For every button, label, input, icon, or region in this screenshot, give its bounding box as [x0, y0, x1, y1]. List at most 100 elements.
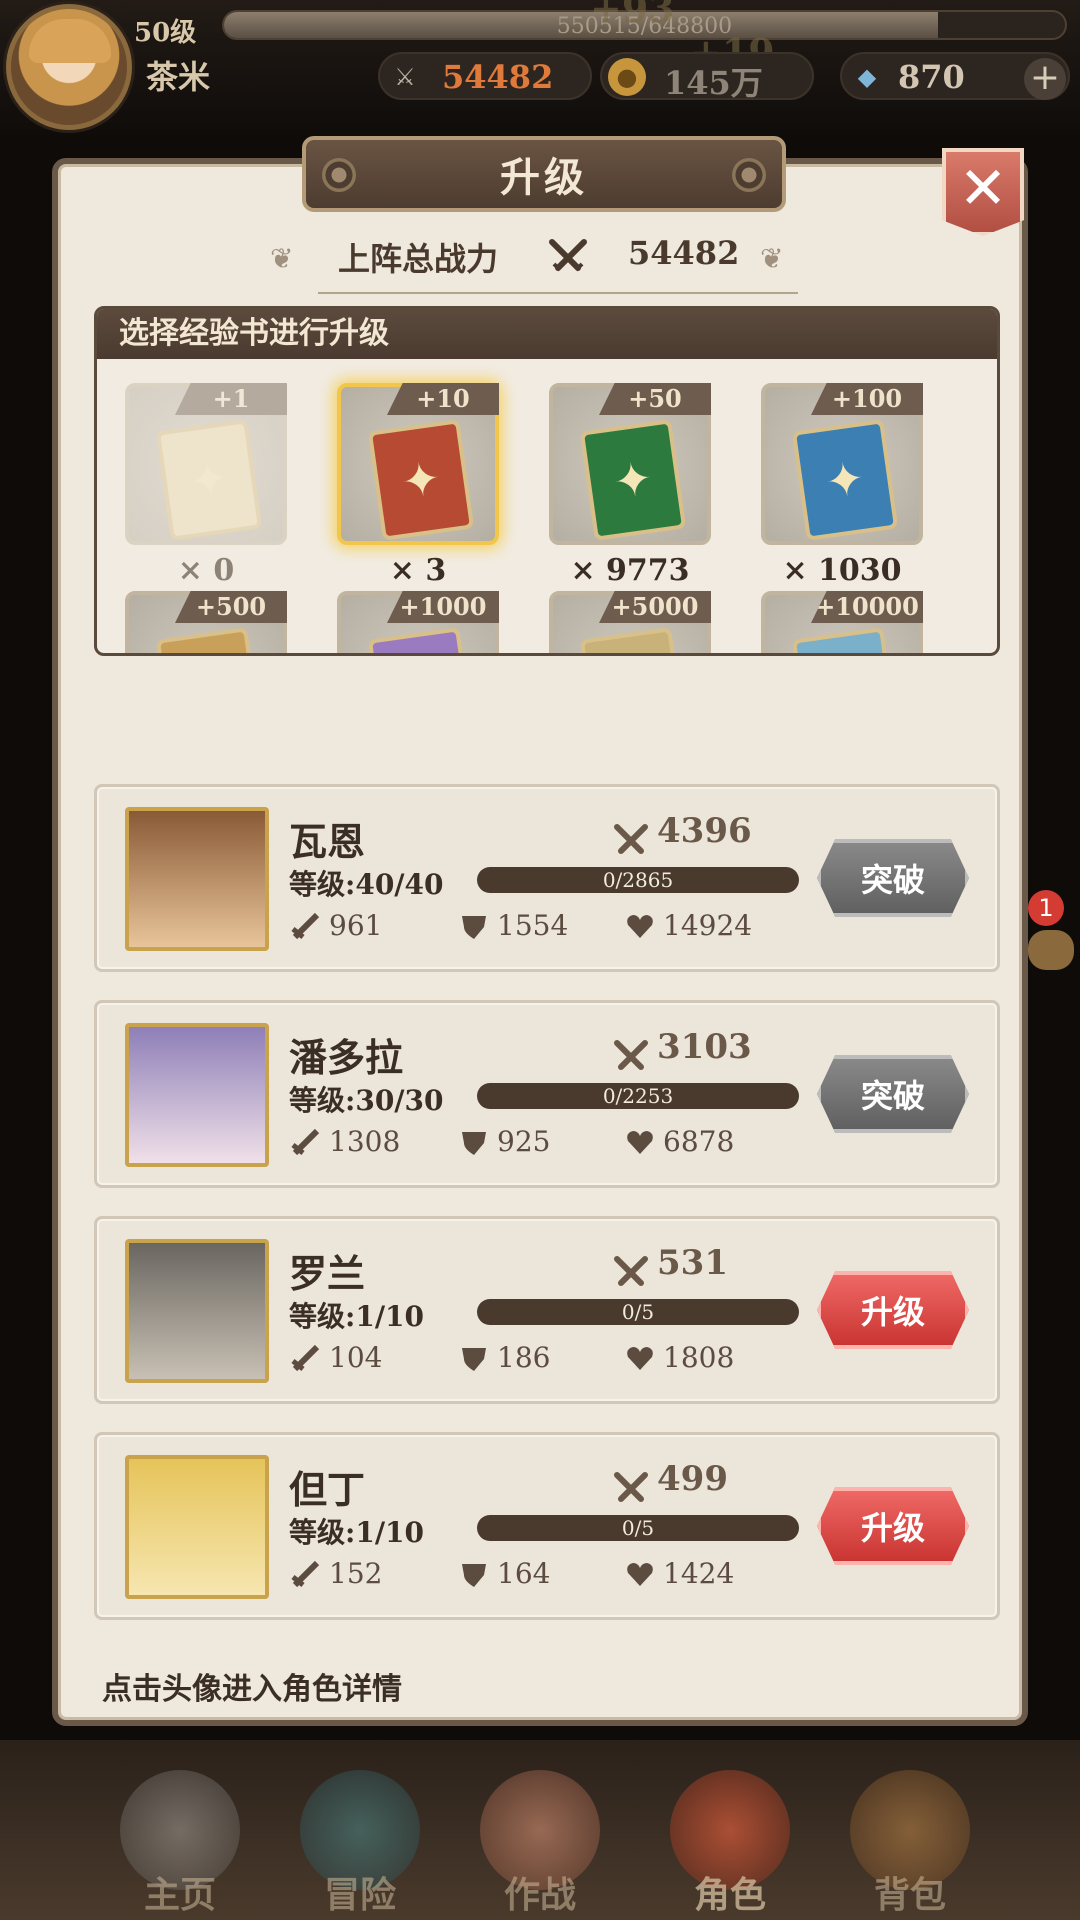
close-button[interactable]: ✕	[942, 148, 1024, 236]
hero-exp-bar: 0/2865	[477, 867, 799, 893]
exp-gain-float: +93	[590, 0, 675, 31]
hero-card: 罗兰 531 等级:1/10 0/5 104 186 1808 升级	[94, 1216, 1000, 1404]
hero-portrait[interactable]	[125, 1239, 269, 1383]
exp-book-panel: 选择经验书进行升级 +1 ✦ × 0 +10 ✦ × 3 +50 ✦ × 9773 +100 ✦ × …	[94, 306, 1000, 656]
exp-book-icon: ✦	[791, 627, 899, 653]
nav-bag[interactable]: 背包	[820, 1770, 1000, 1920]
flourish-right-icon: ❦	[760, 242, 784, 275]
sword-icon	[291, 913, 320, 939]
nav-bag-label: 背包	[873, 1874, 946, 1916]
book-exp-tag: +5000	[599, 591, 711, 623]
nav-adventure-label: 冒险	[323, 1874, 396, 1916]
hero-power: 499	[657, 1459, 728, 1499]
heart-icon	[627, 915, 653, 938]
book-exp-tag: +10000	[811, 591, 923, 623]
swords-icon	[549, 239, 587, 272]
upgrade-button[interactable]: 升级	[817, 1271, 969, 1349]
gold-value: 145万	[664, 64, 763, 102]
hero-attack: 1308	[329, 1125, 401, 1158]
sword-icon	[291, 1129, 320, 1155]
book-exp-tag: +50	[599, 383, 711, 415]
dialog-title-banner: 升级	[302, 136, 786, 212]
hero-power: 531	[657, 1243, 728, 1283]
exp-book-slot[interactable]: +500 ✦	[125, 591, 287, 653]
nav-battle[interactable]: 作战	[450, 1770, 630, 1920]
exp-book-icon: ✦	[579, 627, 687, 653]
book-count: × 3	[389, 553, 447, 588]
swords-icon	[614, 1040, 648, 1070]
player-avatar[interactable]	[6, 4, 132, 130]
hero-card: 瓦恩 4396 等级:40/40 0/2865 961 1554 14924 突破	[94, 784, 1000, 972]
nav-adventure[interactable]: 冒险	[270, 1770, 450, 1920]
hero-name: 瓦恩	[289, 819, 366, 864]
heart-icon	[627, 1563, 653, 1586]
book-count: × 9773	[570, 553, 690, 588]
hero-hp: 14924	[663, 909, 753, 942]
total-power-row: ❦ 上阵总战力 54482 ❦	[58, 234, 1022, 294]
hero-level: 等级:40/40	[289, 868, 444, 901]
gem-icon: ◆	[857, 63, 877, 91]
hero-attack: 152	[329, 1557, 383, 1590]
nav-character-label: 角色	[693, 1874, 766, 1916]
exp-book-slot[interactable]: +10000 ✦	[761, 591, 923, 653]
nav-character[interactable]: 角色	[640, 1770, 820, 1920]
hero-exp-bar: 0/5	[477, 1515, 799, 1541]
top-bar: 50级 550515/648800 +93 +19 茶米 ⚔ 54482 ● 1…	[0, 0, 1080, 135]
upgrade-button[interactable]: 升级	[817, 1487, 969, 1565]
breakthrough-button[interactable]: 突破	[817, 1055, 969, 1133]
heart-icon	[627, 1347, 653, 1370]
book-count: × 1030	[782, 553, 902, 588]
exp-book-slot[interactable]: +1000 ✦	[337, 591, 499, 653]
exp-book-slot[interactable]: +5000 ✦	[549, 591, 711, 653]
swords-icon	[614, 1256, 648, 1286]
hero-portrait[interactable]	[125, 1455, 269, 1599]
heart-icon	[627, 1131, 653, 1154]
total-power-value: 54482	[628, 234, 740, 272]
hero-attack: 961	[329, 909, 383, 942]
exp-book-slot[interactable]: +50 ✦	[549, 383, 711, 545]
hero-defense: 164	[497, 1557, 551, 1590]
total-power-label: 上阵总战力	[338, 240, 499, 278]
hero-level: 等级:30/30	[289, 1084, 444, 1117]
nav-home-label: 主页	[143, 1874, 216, 1916]
book-exp-tag: +100	[811, 383, 923, 415]
exp-book-icon: ✦	[791, 419, 899, 541]
breakthrough-button[interactable]: 突破	[817, 839, 969, 917]
player-name: 茶米	[146, 58, 211, 96]
hero-portrait[interactable]	[125, 807, 269, 951]
dialog-title: 升级	[500, 154, 588, 201]
hero-hp: 1424	[663, 1557, 735, 1590]
hero-card: 潘多拉 3103 等级:30/30 0/2253 1308 925 6878 突破	[94, 1000, 1000, 1188]
hero-hp: 1808	[663, 1341, 735, 1374]
shield-icon	[462, 1564, 486, 1587]
add-gems-button[interactable]: +	[1024, 58, 1066, 100]
chat-icon[interactable]	[1028, 930, 1074, 970]
power-value: 54482	[442, 58, 554, 96]
hero-name: 罗兰	[289, 1251, 366, 1296]
book-exp-tag: +1	[175, 383, 287, 415]
flourish-left-icon: ❦	[270, 242, 294, 275]
hero-card: 但丁 499 等级:1/10 0/5 152 164 1424 升级	[94, 1432, 1000, 1620]
hero-hp: 6878	[663, 1125, 735, 1158]
exp-book-slot[interactable]: +1 ✦	[125, 383, 287, 545]
hero-exp-bar: 0/2253	[477, 1083, 799, 1109]
exp-book-icon: ✦	[367, 627, 475, 653]
book-panel-title: 选择经验书进行升级	[97, 309, 997, 359]
hero-power: 4396	[657, 811, 752, 851]
coin-icon: ●	[608, 58, 646, 96]
hero-name: 潘多拉	[289, 1035, 404, 1080]
exp-book-icon: ✦	[155, 419, 263, 541]
hero-level: 等级:1/10	[289, 1300, 425, 1333]
book-exp-tag: +10	[387, 383, 499, 415]
footer-hint: 点击头像进入角色详情	[102, 1672, 402, 1707]
sword-icon	[291, 1561, 320, 1587]
swords-icon	[614, 824, 648, 854]
notification-badge[interactable]: 1	[1028, 890, 1064, 926]
nav-home[interactable]: 主页	[90, 1770, 270, 1920]
hero-portrait[interactable]	[125, 1023, 269, 1167]
exp-book-slot[interactable]: +100 ✦	[761, 383, 923, 545]
exp-book-slot[interactable]: +10 ✦	[337, 383, 499, 545]
sword-icon	[291, 1345, 320, 1371]
exp-book-icon: ✦	[367, 419, 475, 541]
book-exp-tag: +1000	[387, 591, 499, 623]
